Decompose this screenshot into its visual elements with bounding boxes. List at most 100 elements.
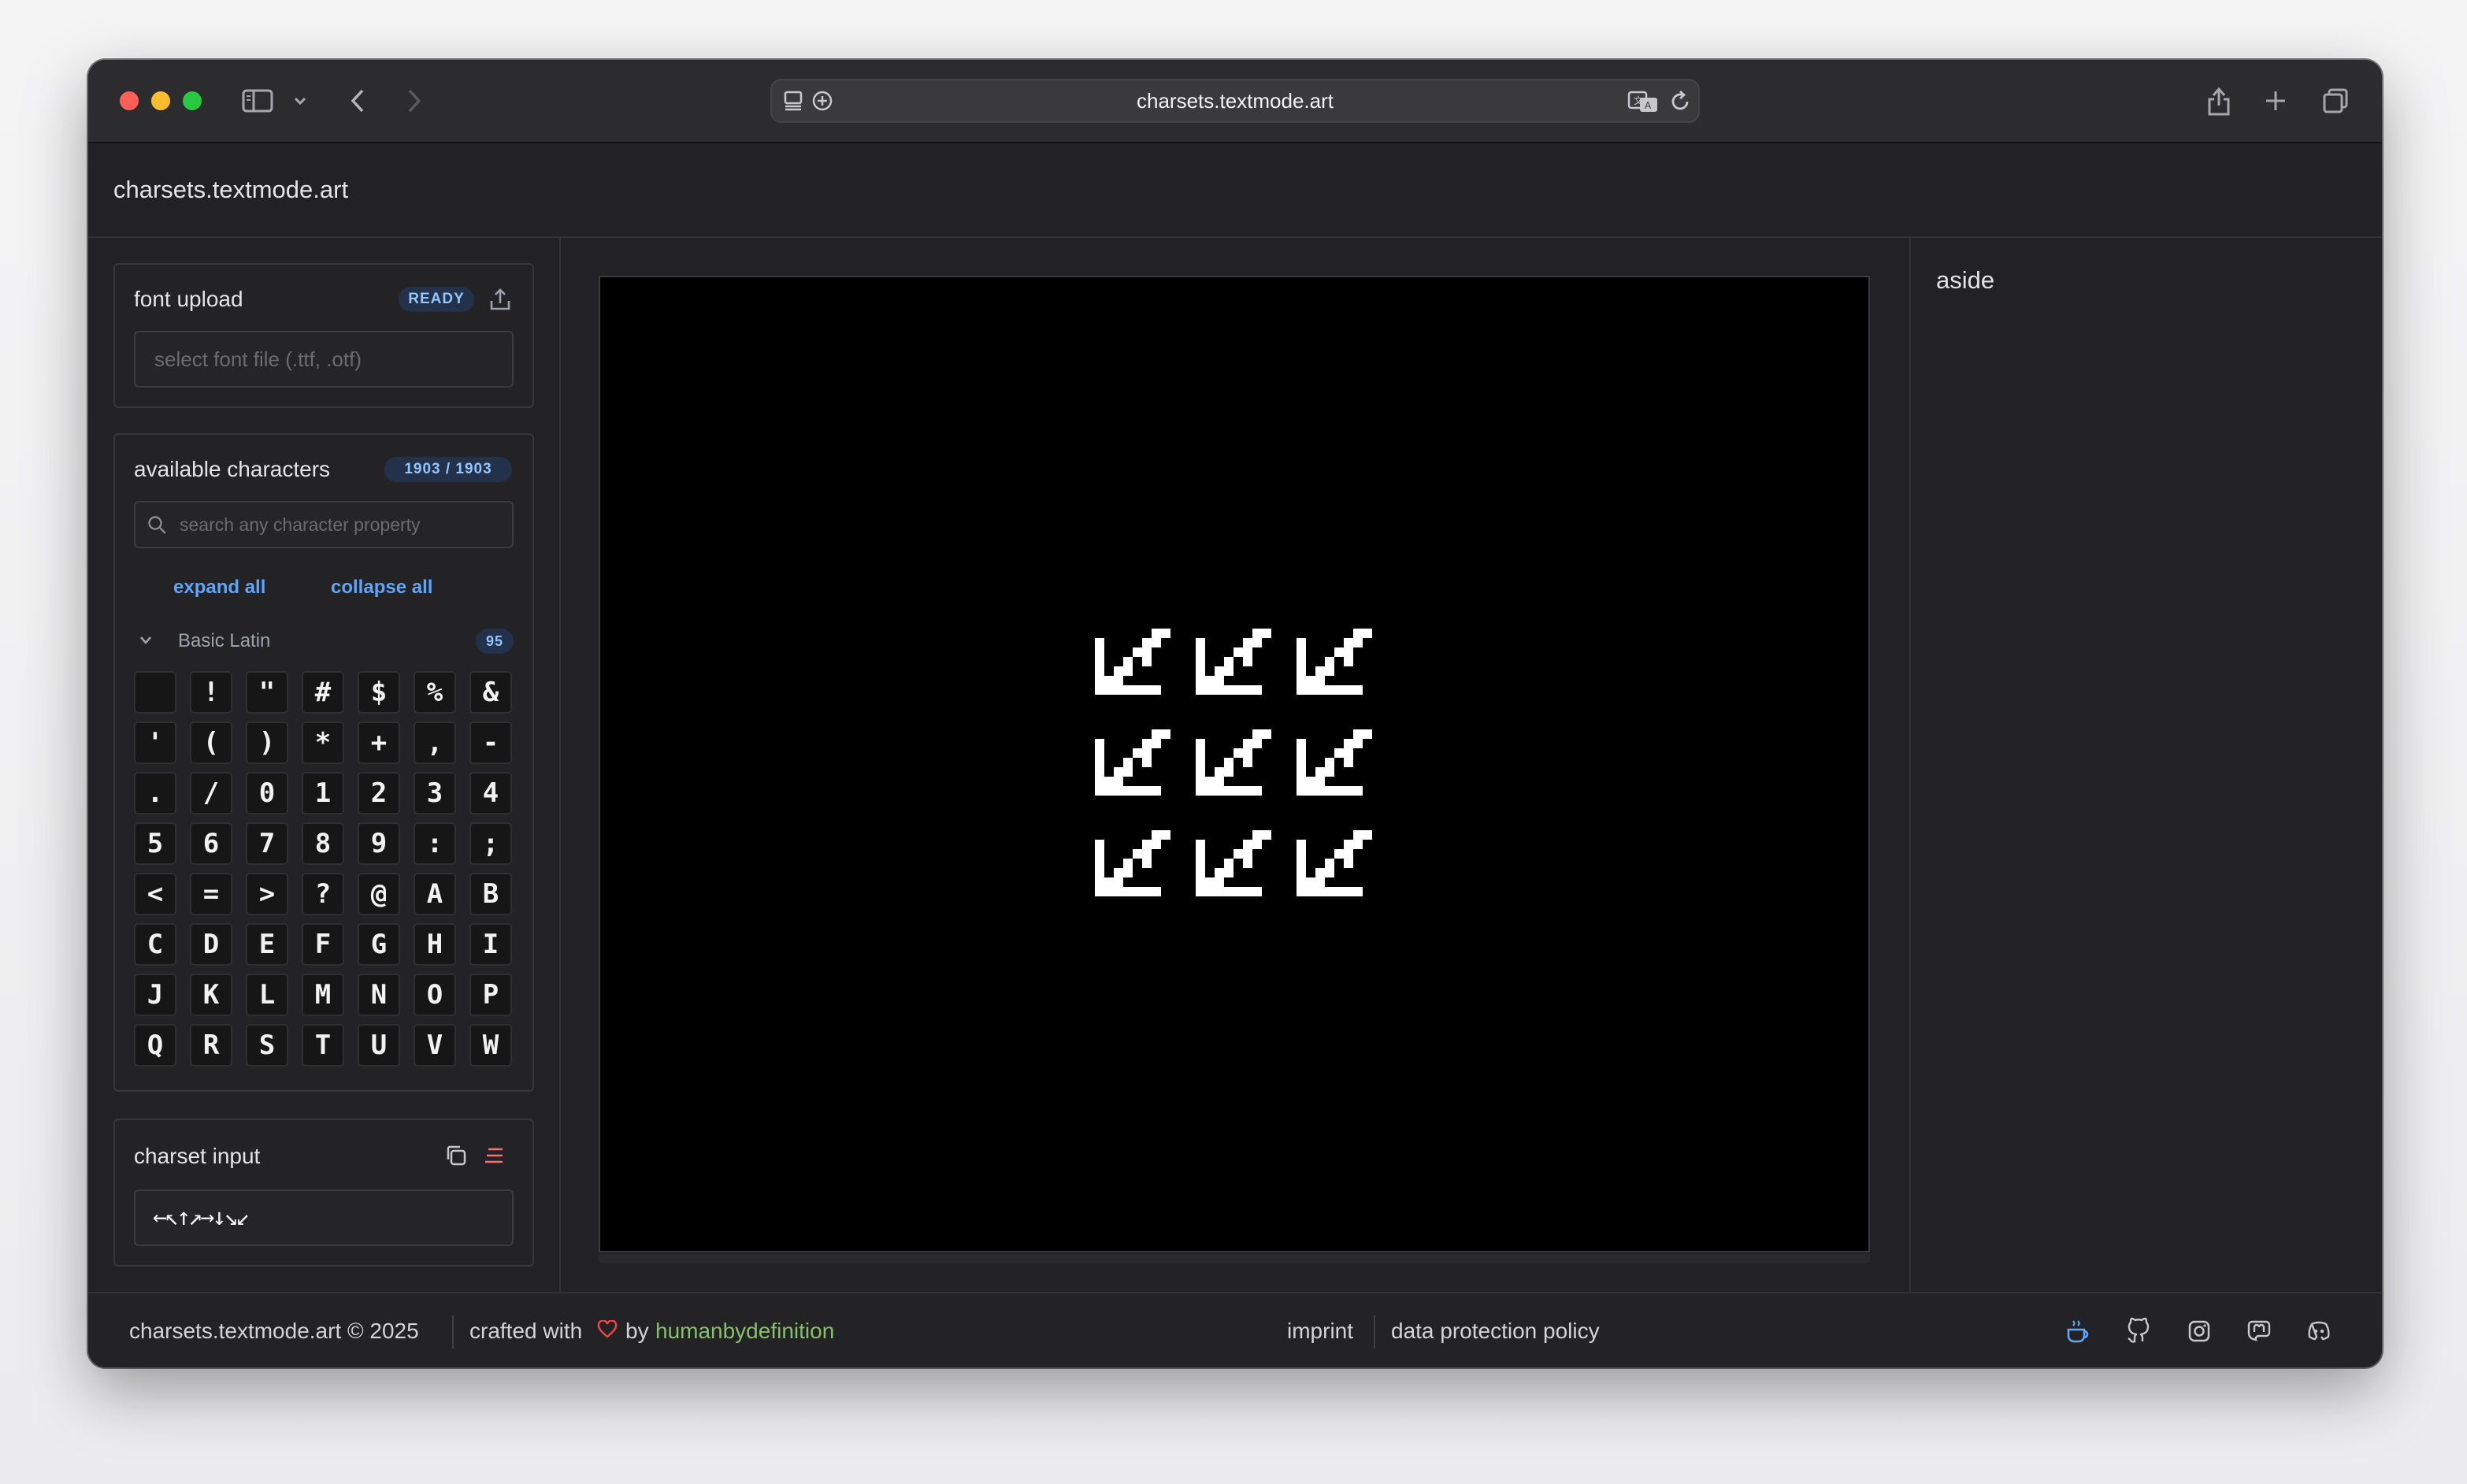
expand-all-button[interactable]: expand all	[173, 577, 265, 599]
glyph-cell[interactable]: .	[134, 772, 176, 814]
glyph-cell[interactable]: ;	[469, 822, 512, 865]
glyph-cell[interactable]: *	[302, 722, 344, 764]
glyph-cell[interactable]: C	[134, 923, 176, 966]
glyph-cell[interactable]: 4	[469, 772, 512, 814]
address-bar[interactable]: charsets.textmode.art 文A	[770, 79, 1700, 123]
glyph-cell[interactable]: +	[358, 722, 400, 764]
glyph-cell[interactable]: /	[190, 772, 232, 814]
glyph-cell[interactable]: A	[414, 873, 456, 915]
glyph-cell[interactable]: 0	[246, 772, 288, 814]
search-icon	[147, 514, 169, 540]
canvas-scrollbar[interactable]	[599, 1254, 1870, 1263]
preview-glyph-tile	[1196, 629, 1271, 695]
wrap-lines-icon[interactable]	[484, 1145, 506, 1170]
collapse-all-button[interactable]: collapse all	[331, 577, 432, 599]
glyph-cell[interactable]: >	[246, 873, 288, 915]
glyph-cell[interactable]: N	[358, 974, 400, 1016]
forward-icon[interactable]	[399, 79, 430, 123]
glyph-cell[interactable]: B	[469, 873, 512, 915]
discord-icon[interactable]	[2305, 1317, 2333, 1345]
glyph-cell[interactable]: S	[246, 1024, 288, 1067]
glyph-cell[interactable]: !	[190, 671, 232, 714]
character-search-placeholder: search any character property	[180, 514, 421, 535]
footer-imprint-link[interactable]: imprint	[1287, 1293, 1353, 1367]
glyph-cell[interactable]: W	[469, 1024, 512, 1067]
font-upload-title: font upload	[134, 287, 243, 311]
glyph-cell[interactable]: @	[358, 873, 400, 915]
glyph-cell[interactable]: M	[302, 974, 344, 1016]
glyph-cell[interactable]: ,	[414, 722, 456, 764]
close-window-button[interactable]	[120, 91, 139, 110]
glyph-cell[interactable]: 7	[246, 822, 288, 865]
chevron-down-icon[interactable]	[139, 635, 153, 650]
glyph-cell[interactable]	[134, 671, 176, 714]
footer-copyright: charsets.textmode.art © 2025	[129, 1319, 419, 1343]
minimize-window-button[interactable]	[151, 91, 170, 110]
glyph-cell[interactable]: 9	[358, 822, 400, 865]
glyph-cell[interactable]: %	[414, 671, 456, 714]
glyph-cell[interactable]: 1	[302, 772, 344, 814]
glyph-cell[interactable]: P	[469, 974, 512, 1016]
instagram-icon[interactable]	[2185, 1317, 2213, 1345]
tab-overview-icon[interactable]	[2316, 79, 2355, 123]
font-file-input[interactable]: select font file (.ttf, .otf)	[134, 331, 514, 388]
footer-author-link[interactable]: humanbydefinition	[655, 1293, 834, 1367]
glyph-cell[interactable]: (	[190, 722, 232, 764]
translate-icon[interactable]: 文A	[1627, 90, 1659, 117]
upload-icon[interactable]	[488, 287, 512, 316]
charset-input-field[interactable]: ←↖↑↗→↓↘↙	[134, 1189, 514, 1246]
glyph-cell[interactable]: $	[358, 671, 400, 714]
glyph-cell[interactable]: <	[134, 873, 176, 915]
glyph-cell[interactable]: 6	[190, 822, 232, 865]
glyph-cell[interactable]: 8	[302, 822, 344, 865]
available-characters-card: available characters 1903 / 1903 search …	[113, 433, 534, 1092]
glyph-cell[interactable]: V	[414, 1024, 456, 1067]
preview-canvas[interactable]	[599, 276, 1870, 1252]
coffee-icon[interactable]	[2064, 1317, 2092, 1345]
glyph-cell[interactable]: T	[302, 1024, 344, 1067]
glyph-cell[interactable]: &	[469, 671, 512, 714]
group-label-basic-latin[interactable]: Basic Latin	[178, 630, 270, 652]
glyph-cell[interactable]: J	[134, 974, 176, 1016]
glyph-cell[interactable]: 2	[358, 772, 400, 814]
glyph-cell[interactable]: E	[246, 923, 288, 966]
sidebar-toggle-icon[interactable]	[238, 79, 277, 123]
glyph-cell[interactable]: =	[190, 873, 232, 915]
glyph-cell[interactable]: ?	[302, 873, 344, 915]
footer-divider	[452, 1315, 454, 1349]
glyph-cell[interactable]: L	[246, 974, 288, 1016]
glyph-cell[interactable]: )	[246, 722, 288, 764]
glyph-cell[interactable]: #	[302, 671, 344, 714]
reload-icon[interactable]	[1668, 90, 1692, 117]
site-title[interactable]: charsets.textmode.art	[113, 143, 348, 236]
share-icon[interactable]	[2199, 79, 2239, 123]
browser-toolbar: charsets.textmode.art 文A	[88, 60, 2382, 143]
glyph-cell[interactable]: 3	[414, 772, 456, 814]
zoom-window-button[interactable]	[183, 91, 202, 110]
github-icon[interactable]	[2125, 1317, 2154, 1345]
glyph-cell[interactable]: D	[190, 923, 232, 966]
glyph-cell[interactable]: 5	[134, 822, 176, 865]
glyph-cell[interactable]: :	[414, 822, 456, 865]
back-icon[interactable]	[342, 79, 373, 123]
footer-privacy-link[interactable]: data protection policy	[1391, 1293, 1600, 1367]
group-count-badge: 95	[476, 629, 514, 654]
glyph-cell[interactable]: F	[302, 923, 344, 966]
mastodon-icon[interactable]	[2245, 1317, 2273, 1345]
new-tab-icon[interactable]	[2256, 79, 2295, 123]
glyph-cell[interactable]: K	[190, 974, 232, 1016]
character-search-input[interactable]: search any character property	[134, 501, 514, 548]
glyph-cell[interactable]: G	[358, 923, 400, 966]
glyph-cell[interactable]: I	[469, 923, 512, 966]
charset-input-value: ←↖↑↗→↓↘↙	[153, 1204, 250, 1231]
glyph-cell[interactable]: "	[246, 671, 288, 714]
glyph-cell[interactable]: Q	[134, 1024, 176, 1067]
glyph-cell[interactable]: O	[414, 974, 456, 1016]
glyph-cell[interactable]: -	[469, 722, 512, 764]
chevron-down-icon[interactable]	[288, 79, 312, 123]
glyph-cell[interactable]: U	[358, 1024, 400, 1067]
glyph-cell[interactable]: '	[134, 722, 176, 764]
glyph-cell[interactable]: R	[190, 1024, 232, 1067]
copy-icon[interactable]	[444, 1144, 468, 1171]
glyph-cell[interactable]: H	[414, 923, 456, 966]
